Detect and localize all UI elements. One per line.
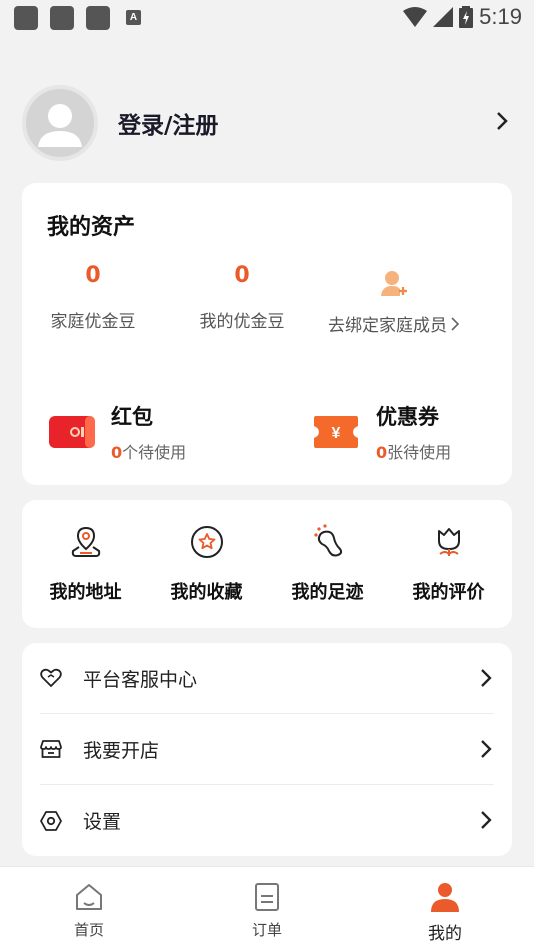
order-icon xyxy=(255,883,279,911)
notification-icon xyxy=(50,6,74,30)
bind-family-member[interactable]: 去绑定家庭成员 xyxy=(319,261,469,336)
quick-actions-card: 我的地址 我的收藏 我的足迹 我的评价 xyxy=(22,500,512,628)
signal-icon xyxy=(433,7,454,27)
clock: 5:19 xyxy=(479,4,522,29)
my-footprints-label: 我的足迹 xyxy=(291,582,364,603)
family-beans[interactable]: 0 家庭优金豆 xyxy=(47,261,139,332)
red-packet-title: 红包 xyxy=(111,405,153,429)
profile-header[interactable]: 登录/注册 xyxy=(22,85,512,161)
address-pin-icon xyxy=(71,526,100,557)
bind-family-label: 去绑定家庭成员 xyxy=(328,316,447,336)
assets-card: 我的资产 0 家庭优金豆 0 我的优金豆 去绑定家庭成员 红包 0个待使用 ¥ … xyxy=(22,183,512,485)
status-bar: A 5:19 xyxy=(0,0,534,36)
my-beans-label: 我的优金豆 xyxy=(199,312,285,332)
coupon-icon: ¥ xyxy=(314,416,358,448)
footprint-icon xyxy=(313,524,342,557)
red-packet-icon xyxy=(49,416,95,448)
red-packet-entry[interactable]: 红包 0个待使用 xyxy=(49,401,186,463)
red-packet-status: 个待使用 xyxy=(122,443,187,462)
avatar[interactable] xyxy=(22,85,98,161)
settings-icon xyxy=(40,810,62,831)
login-register-link[interactable]: 登录/注册 xyxy=(118,106,218,140)
svg-text:¥: ¥ xyxy=(332,425,341,442)
star-circle-icon xyxy=(190,526,223,558)
tab-mine[interactable]: 我的 xyxy=(356,867,534,950)
store-icon xyxy=(40,740,62,758)
heart-outline-icon xyxy=(40,668,62,687)
tab-home[interactable]: 首页 xyxy=(0,867,178,950)
person-icon xyxy=(431,883,459,912)
menu-item-open-store[interactable]: 我要开店 xyxy=(40,714,494,785)
coupon-count: 0 xyxy=(376,443,388,462)
my-address-button[interactable]: 我的地址 xyxy=(26,500,146,628)
default-user-icon xyxy=(38,104,82,147)
my-favorites-label: 我的收藏 xyxy=(170,582,243,603)
chevron-right-icon xyxy=(451,316,460,331)
notification-icon xyxy=(86,6,110,30)
tab-orders[interactable]: 订单 xyxy=(178,867,356,950)
my-reviews-label: 我的评价 xyxy=(412,582,485,603)
chevron-right-icon xyxy=(481,740,492,758)
my-beans-value: 0 xyxy=(234,263,250,288)
menu-label: 设置 xyxy=(83,811,122,833)
coupon-status: 张待使用 xyxy=(387,443,452,462)
coupon-entry[interactable]: ¥ 优惠券 0张待使用 xyxy=(314,401,451,463)
notification-icon xyxy=(14,6,38,30)
home-icon xyxy=(76,884,102,910)
assets-title: 我的资产 xyxy=(47,215,136,240)
tab-label: 我的 xyxy=(428,924,462,944)
chevron-right-icon xyxy=(481,669,492,687)
battery-icon xyxy=(459,6,474,28)
my-reviews-button[interactable]: 我的评价 xyxy=(389,500,509,628)
chevron-right-icon[interactable] xyxy=(496,111,508,131)
my-footprints-button[interactable]: 我的足迹 xyxy=(268,500,388,628)
my-beans[interactable]: 0 我的优金豆 xyxy=(196,261,288,332)
my-address-label: 我的地址 xyxy=(49,582,122,603)
wifi-icon xyxy=(403,7,428,27)
family-beans-value: 0 xyxy=(85,263,101,288)
tab-label: 订单 xyxy=(251,921,282,939)
coupon-title: 优惠券 xyxy=(376,405,439,429)
bottom-tab-bar: 首页 订单 我的 xyxy=(0,866,534,950)
chevron-right-icon xyxy=(481,811,492,829)
tab-label: 首页 xyxy=(73,921,104,939)
red-packet-count: 0 xyxy=(111,443,123,462)
menu-card: 平台客服中心 我要开店 设置 xyxy=(22,643,512,856)
review-flower-icon xyxy=(437,528,460,556)
menu-item-customer-service[interactable]: 平台客服中心 xyxy=(40,643,494,714)
keyboard-icon: A xyxy=(126,10,141,25)
add-family-member-icon xyxy=(381,271,407,296)
family-beans-label: 家庭优金豆 xyxy=(50,312,136,332)
menu-item-settings[interactable]: 设置 xyxy=(40,785,494,856)
my-favorites-button[interactable]: 我的收藏 xyxy=(147,500,267,628)
menu-label: 我要开店 xyxy=(83,739,160,762)
menu-label: 平台客服中心 xyxy=(83,668,198,691)
